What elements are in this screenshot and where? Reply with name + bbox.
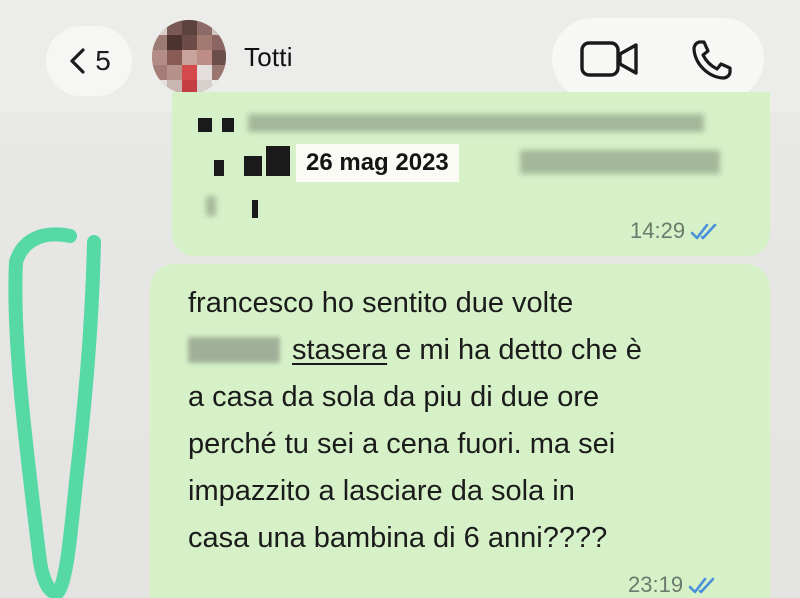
date-label: 26 mag 2023 (296, 144, 459, 182)
message-line: impazzito a lasciare da sola in (188, 475, 575, 507)
call-actions (552, 18, 764, 100)
message-line: a casa da sola da piu di due ore (188, 381, 600, 413)
message-line: casa una bambina di 6 anni???? (188, 522, 608, 554)
video-camera-icon (580, 41, 638, 77)
highlight-annotation (8, 227, 101, 598)
redacted-text (266, 146, 290, 176)
phone-icon (692, 40, 732, 80)
redacted-text (214, 160, 224, 176)
redacted-text (244, 156, 262, 176)
message-time: 14:29 (630, 218, 686, 243)
redacted-text (198, 118, 212, 132)
contact-name[interactable]: Totti (244, 42, 293, 73)
video-call-button[interactable] (580, 39, 640, 79)
read-receipt-icon (688, 577, 715, 594)
redacted-text (520, 150, 720, 174)
back-button[interactable]: 5 (46, 26, 132, 96)
underlined-word[interactable]: stasera (292, 334, 387, 366)
redacted-text (252, 200, 258, 218)
chevron-left-icon (67, 47, 89, 75)
redacted-text (206, 196, 216, 216)
message-line: perché tu sei a cena fuori. ma sei (188, 428, 616, 460)
message-meta: 14:29 (630, 218, 721, 244)
message-meta: 23:19 (628, 572, 719, 598)
unread-count: 5 (95, 45, 111, 76)
voice-call-button[interactable] (690, 38, 734, 82)
message-line: francesco ho sentito due volte (188, 287, 574, 319)
read-receipt-icon (690, 223, 717, 240)
avatar[interactable] (152, 20, 226, 94)
message-line-rest: e mi ha detto che è (387, 334, 642, 366)
message-line: stasera e mi ha detto che è (188, 327, 748, 374)
redacted-text (248, 114, 704, 132)
chat-screen: 5 Totti 26 mag 2023 14:29 francesco ho s… (0, 0, 800, 598)
message-text: francesco ho sentito due volte stasera e… (188, 280, 748, 562)
message-time: 23:19 (628, 572, 684, 597)
redacted-text (222, 118, 234, 132)
redacted-name (188, 337, 280, 363)
